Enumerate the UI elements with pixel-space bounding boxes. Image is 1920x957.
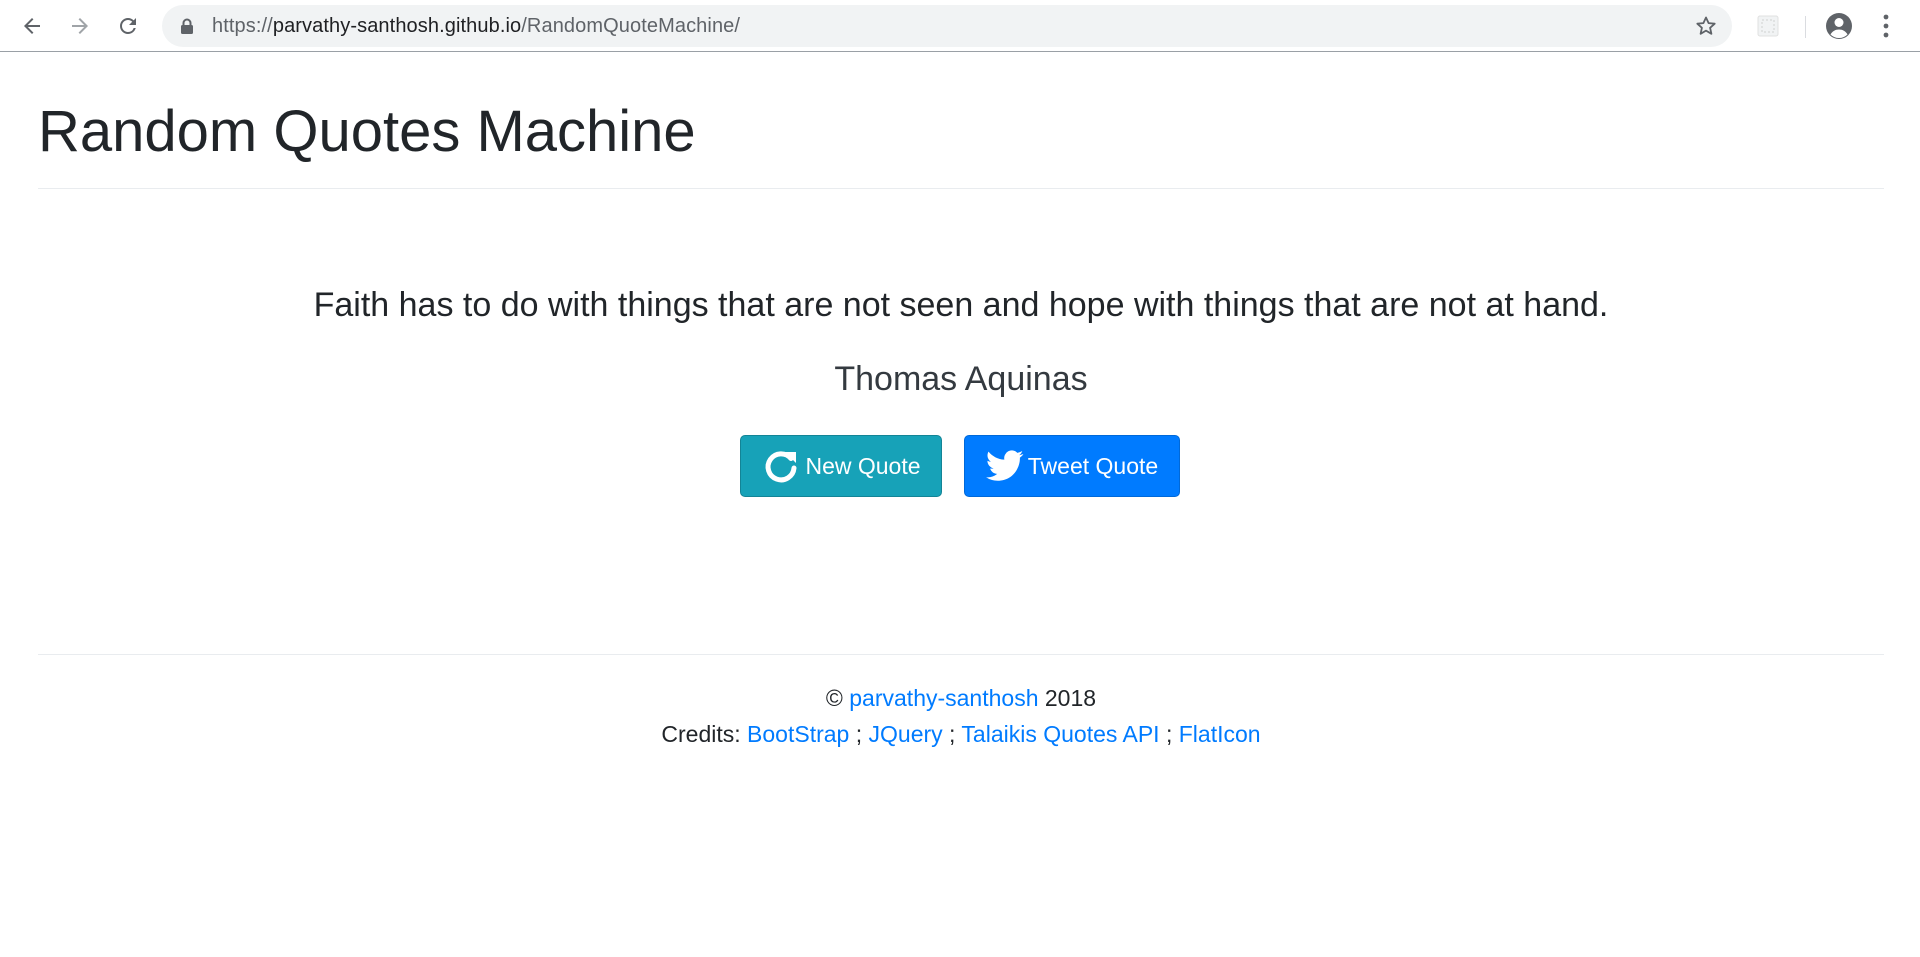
footer-divider <box>38 654 1884 655</box>
quote-text: Faith has to do with things that are not… <box>313 286 1609 324</box>
header-divider <box>38 188 1884 189</box>
credit-link-jquery[interactable]: JQuery <box>869 721 943 747</box>
author-link[interactable]: parvathy-santhosh <box>849 685 1038 711</box>
credits-label: Credits: <box>661 721 741 747</box>
page-content: Random Quotes Machine Faith has to do wi… <box>38 53 1884 747</box>
address-bar[interactable]: https://parvathy-santhosh.github.io/Rand… <box>162 5 1732 47</box>
url-text: https://parvathy-santhosh.github.io/Rand… <box>212 5 740 47</box>
credit-separator: ; <box>1165 721 1173 747</box>
new-quote-button[interactable]: New Quote <box>740 435 942 497</box>
credit-link-bootstrap[interactable]: BootStrap <box>747 721 849 747</box>
back-arrow-icon <box>24 18 40 34</box>
quote-author: Thomas Aquinas <box>834 360 1088 398</box>
toolbar-divider <box>1805 16 1806 38</box>
more-vert-icon[interactable] <box>1874 11 1898 41</box>
url-host: parvathy-santhosh.github.io <box>272 15 522 37</box>
tweet-quote-label: Tweet Quote <box>1027 452 1159 479</box>
copyright-year: 2018 <box>1044 685 1097 711</box>
twitter-icon <box>985 450 1024 481</box>
credit-link-flaticon[interactable]: FlatIcon <box>1179 721 1261 747</box>
credit-link-talaikis[interactable]: Talaikis Quotes API <box>961 721 1159 747</box>
back-button[interactable] <box>16 10 48 42</box>
footer-copyright: © parvathy-santhosh 2018 <box>38 685 1884 713</box>
account-icon[interactable] <box>1824 11 1854 41</box>
footer-credits: Credits: BootStrap ; JQuery ; Talaikis Q… <box>38 721 1884 749</box>
url-path: /RandomQuoteMachine/ <box>521 15 741 37</box>
reload-button[interactable] <box>112 10 144 42</box>
new-quote-label: New Quote <box>805 452 921 479</box>
forward-button[interactable] <box>64 10 96 42</box>
browser-toolbar: https://parvathy-santhosh.github.io/Rand… <box>0 0 1920 52</box>
tweet-quote-button[interactable]: Tweet Quote <box>964 435 1180 497</box>
refresh-icon <box>766 451 797 483</box>
reload-icon <box>120 18 136 34</box>
extension-icon[interactable] <box>1756 14 1780 38</box>
lock-icon <box>181 18 193 34</box>
credit-separator: ; <box>855 721 863 747</box>
page-title: Random Quotes Machine <box>38 99 696 164</box>
forward-arrow-icon <box>72 18 88 34</box>
copyright-symbol: © <box>825 685 843 711</box>
credit-separator: ; <box>949 721 956 747</box>
star-icon[interactable] <box>1694 14 1718 38</box>
url-scheme: https:// <box>212 15 273 37</box>
